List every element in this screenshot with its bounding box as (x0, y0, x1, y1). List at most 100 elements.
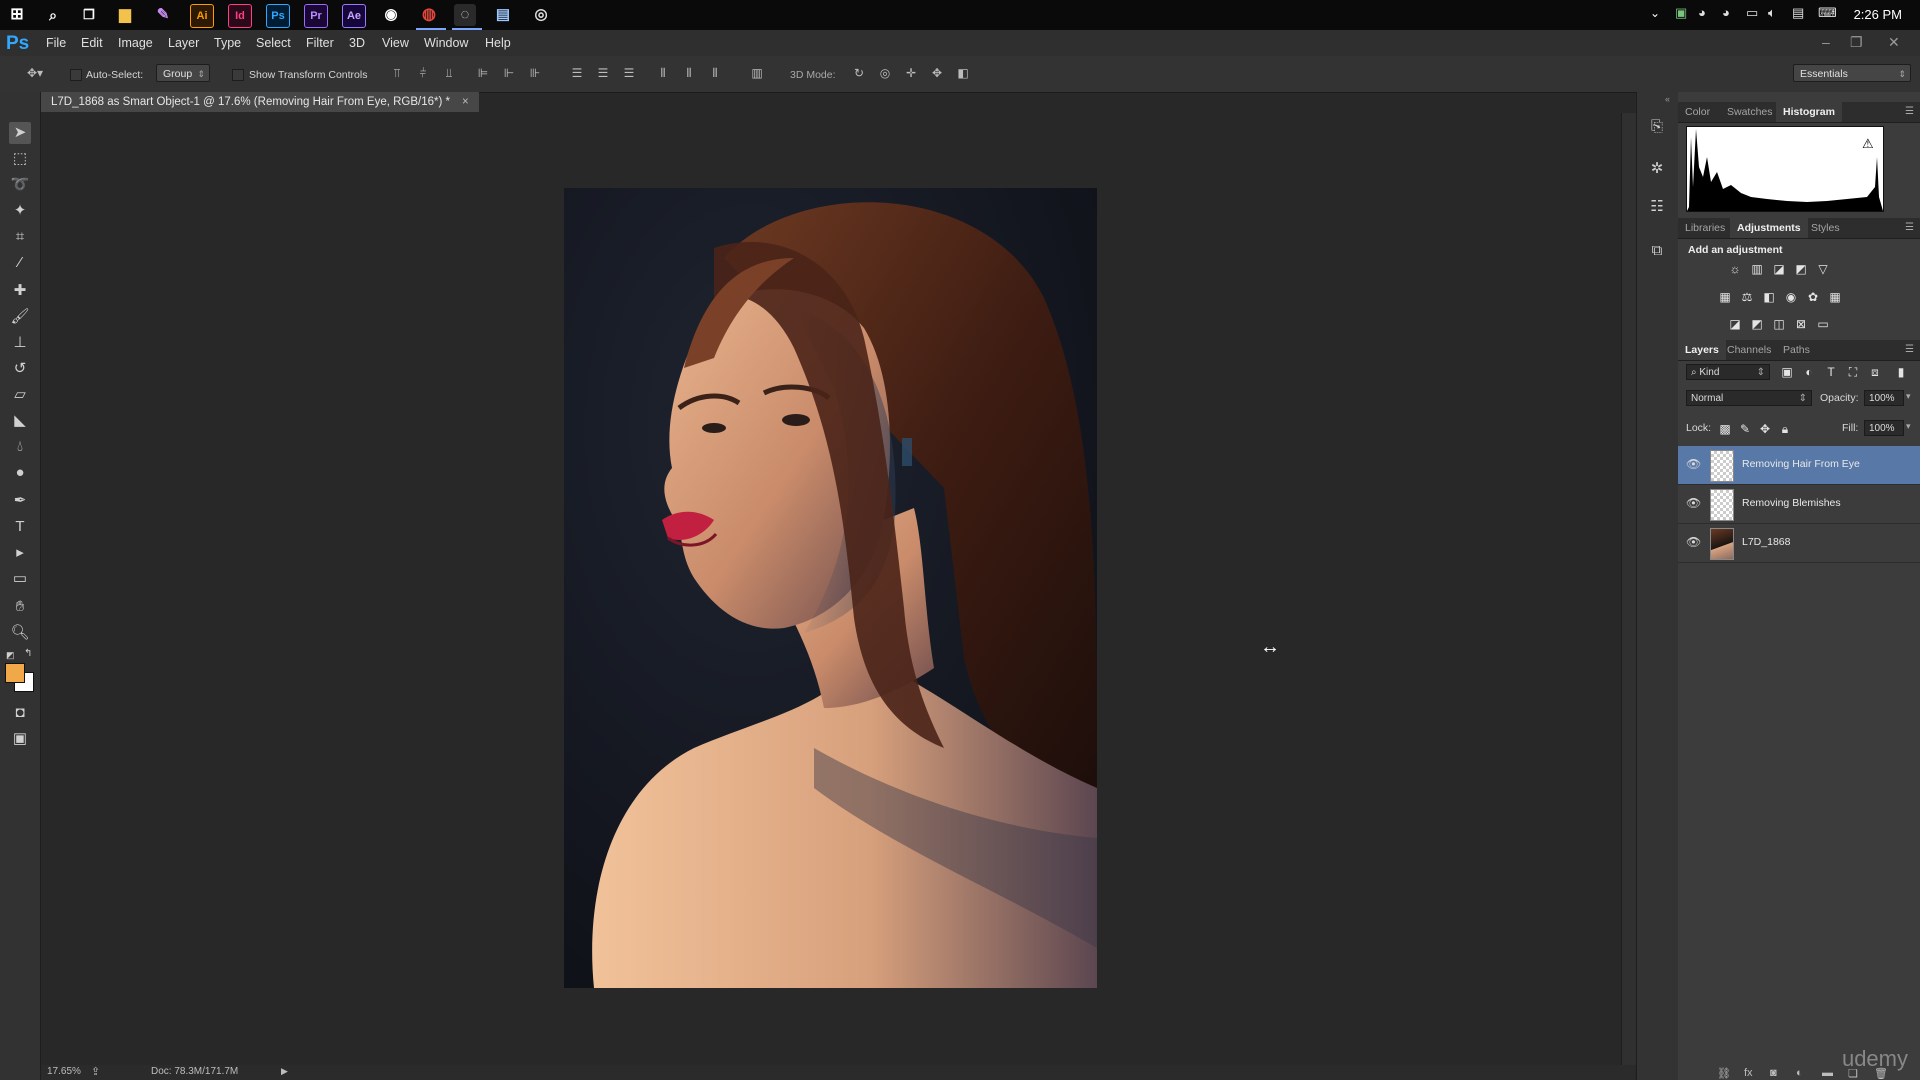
align-top-icon[interactable]: ⫪ (390, 66, 404, 80)
clone-source-icon[interactable]: ⧉ (1646, 240, 1668, 262)
tab-paths[interactable]: Paths (1776, 340, 1817, 360)
tray-app-icon[interactable]: ▣ (1675, 5, 1687, 21)
fill-field[interactable]: 100% (1864, 420, 1904, 436)
task-view-icon[interactable]: ❐ (78, 4, 100, 26)
align-left-icon[interactable]: ⊫ (476, 66, 490, 80)
restore-icon[interactable]: ❐ (1850, 34, 1863, 51)
filter-pixel-icon[interactable]: ▣ (1778, 365, 1796, 379)
photo-filter-icon[interactable]: ◉ (1782, 290, 1800, 304)
curves-icon[interactable]: ◪ (1770, 262, 1788, 276)
layer-row[interactable]: 👁︎ Removing Blemishes (1678, 485, 1920, 524)
tab-channels[interactable]: Channels (1720, 340, 1778, 360)
3d-scale-icon[interactable]: ◧ (956, 66, 970, 80)
network-icon[interactable]: ▭ (1746, 5, 1758, 21)
gradient-map-icon[interactable]: ▭ (1814, 317, 1832, 331)
gradient-tool-icon[interactable]: ◣ (9, 410, 31, 432)
threshold-icon[interactable]: ◫ (1770, 317, 1788, 331)
status-menu-arrow-icon[interactable]: ▶ (281, 1066, 288, 1077)
tab-histogram[interactable]: Histogram (1776, 102, 1842, 122)
channel-mixer-icon[interactable]: ✿ (1804, 290, 1822, 304)
eyedropper-tool-icon[interactable]: ⁄ (9, 252, 31, 274)
filter-adjustment-icon[interactable]: ◐ (1800, 365, 1818, 379)
distribute-right-icon[interactable]: ⦀ (708, 66, 722, 80)
after-effects-icon[interactable]: Ae (342, 4, 366, 28)
illustrator-icon[interactable]: Ai (190, 4, 214, 28)
align-right-icon[interactable]: ⊪ (528, 66, 542, 80)
menu-help[interactable]: Help (485, 36, 511, 50)
photoshop-icon[interactable]: Ps (266, 4, 290, 28)
menu-edit[interactable]: Edit (81, 36, 103, 50)
menu-view[interactable]: View (382, 36, 409, 50)
zoom-tool-icon[interactable]: 🔍︎ (9, 622, 31, 644)
clone-stamp-tool-icon[interactable]: ⊥ (9, 332, 31, 354)
swap-colors-icon[interactable]: ↰ (24, 648, 32, 659)
dodge-tool-icon[interactable]: ● (9, 462, 31, 484)
menu-window[interactable]: Window (424, 36, 468, 50)
start-icon[interactable]: ⊞ (6, 4, 28, 26)
layer-row[interactable]: 👁︎ L7D_1868 (1678, 524, 1920, 563)
3d-slide-icon[interactable]: ✥ (930, 66, 944, 80)
layer-row[interactable]: 👁︎ Removing Hair From Eye (1678, 446, 1920, 485)
chrome-icon[interactable]: ◍ (418, 4, 440, 26)
auto-select-dropdown[interactable]: Group ⇕ (156, 64, 210, 82)
path-selection-tool-icon[interactable]: ▸ (9, 542, 31, 564)
color-balance-icon[interactable]: ⚖ (1738, 290, 1756, 304)
document-image[interactable] (564, 188, 1097, 988)
screen-mode-icon[interactable]: ▣ (9, 728, 31, 750)
app-icon[interactable]: ▤ (492, 4, 514, 26)
menu-filter[interactable]: Filter (306, 36, 334, 50)
premiere-icon[interactable]: Pr (304, 4, 328, 28)
align-bottom-icon[interactable]: ⫫ (442, 66, 456, 80)
layer-filter-dropdown[interactable]: ⌕ Kind ⇕ (1686, 364, 1770, 380)
show-transform-checkbox[interactable] (232, 69, 244, 81)
blend-mode-dropdown[interactable]: Normal ⇕ (1686, 390, 1812, 406)
move-tool-icon[interactable]: ➤ (9, 122, 31, 144)
pen-tool-icon[interactable]: ✒ (9, 490, 31, 512)
hand-tool-icon[interactable]: ✋︎ (9, 596, 31, 618)
healing-brush-tool-icon[interactable]: ✚ (9, 280, 31, 302)
selective-color-icon[interactable]: ⊠ (1792, 317, 1810, 331)
layer-style-fx-icon[interactable]: fx (1744, 1067, 1753, 1079)
move-tool-preset-icon[interactable]: ✥▾ (22, 66, 48, 80)
filter-smart-object-icon[interactable]: ⧈ (1866, 365, 1884, 379)
default-colors-icon[interactable]: ◩ (6, 650, 15, 661)
align-vcenter-icon[interactable]: ⫩ (416, 66, 430, 80)
distribute-hcenter-icon[interactable]: ⦀ (682, 66, 696, 80)
workspace-dropdown[interactable]: Essentials ⇕ (1793, 64, 1911, 82)
levels-icon[interactable]: ▥ (1748, 262, 1766, 276)
3d-rotate-icon[interactable]: ↻ (852, 66, 866, 80)
notification-icon[interactable]: ▤ (1792, 5, 1804, 21)
zoom-level[interactable]: 17.65% (47, 1066, 81, 1077)
color-lookup-icon[interactable]: ▦ (1826, 290, 1844, 304)
menu-3d[interactable]: 3D (349, 36, 365, 50)
lock-position-icon[interactable]: ✥ (1756, 422, 1774, 436)
tab-color[interactable]: Color (1678, 102, 1717, 122)
menu-file[interactable]: File (46, 36, 66, 50)
properties-panel-icon[interactable]: ☷ (1646, 196, 1668, 218)
filter-toggle-icon[interactable]: ▮ (1892, 365, 1910, 379)
lock-all-icon[interactable]: 🔒︎ (1776, 422, 1794, 436)
exposure-icon[interactable]: ◩ (1792, 262, 1810, 276)
link-layers-icon[interactable]: ⛓ (1717, 1067, 1731, 1080)
3d-pan-icon[interactable]: ✛ (904, 66, 918, 80)
menu-type[interactable]: Type (214, 36, 241, 50)
file-explorer-icon[interactable]: ▆ (114, 4, 136, 26)
tray-app-icon[interactable]: ◕ (1698, 5, 1706, 20)
quick-select-tool-icon[interactable]: ✦ (9, 200, 31, 222)
tab-swatches[interactable]: Swatches (1720, 102, 1780, 122)
menu-select[interactable]: Select (256, 36, 291, 50)
new-adjustment-layer-icon[interactable]: ◐ (1796, 1067, 1803, 1079)
indesign-icon[interactable]: Id (228, 4, 252, 28)
lock-transparent-icon[interactable]: ▩ (1716, 422, 1734, 436)
foreground-color-swatch[interactable] (5, 663, 25, 683)
tab-libraries[interactable]: Libraries (1678, 218, 1732, 238)
tab-layers[interactable]: Layers (1678, 340, 1726, 360)
distribute-top-icon[interactable]: ☰ (570, 66, 584, 80)
vertical-scrollbar[interactable] (1621, 113, 1636, 1065)
warning-icon[interactable]: ⚠ (1862, 136, 1874, 152)
quick-mask-icon[interactable]: ◘ (9, 702, 31, 724)
brightness-contrast-icon[interactable]: ☼ (1726, 262, 1744, 276)
volume-icon[interactable]: 🔈︎ (1768, 5, 1776, 21)
auto-select-checkbox[interactable] (70, 69, 82, 81)
type-tool-icon[interactable]: T (9, 516, 31, 538)
